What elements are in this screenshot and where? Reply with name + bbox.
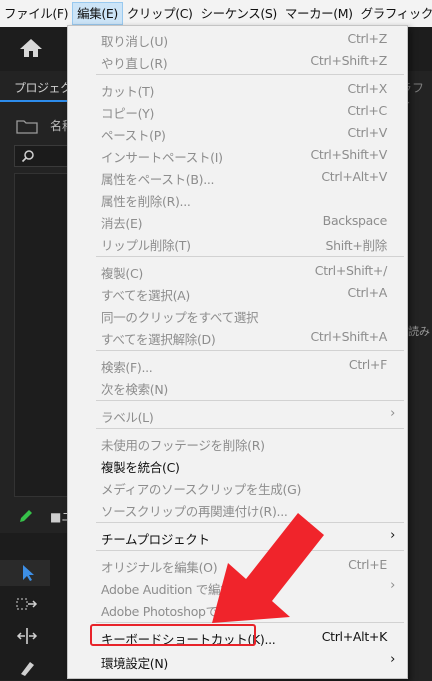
- menu-item-shortcut: Ctrl+Alt+K: [321, 629, 388, 644]
- menu-item-shortcut: Ctrl+Z: [347, 31, 388, 46]
- menu-graphics[interactable]: グラフィック(G): [357, 2, 432, 25]
- menu-item-find[interactable]: 検索(F)... Ctrl+F: [68, 354, 407, 376]
- menu-item-label: 属性をペースト(B)...: [101, 172, 215, 187]
- menu-item-label: リップル削除(T): [101, 238, 191, 253]
- menu-item-duplicate[interactable]: 複製(C) Ctrl+Shift+/: [68, 260, 407, 282]
- menu-item-label: 複製を統合(C): [101, 460, 180, 475]
- menu-item-shortcut: Ctrl+F: [348, 357, 387, 372]
- menu-separator: [96, 350, 404, 351]
- menu-item-label: 環境設定(N): [101, 656, 169, 671]
- menu-item-label: 消去(E): [101, 216, 143, 231]
- menu-item-redo[interactable]: やり直し(R) Ctrl+Shift+Z: [68, 50, 407, 72]
- menu-item-remove-attributes[interactable]: 属性を削除(R)...: [68, 188, 407, 210]
- menu-item-shortcut: Backspace: [322, 213, 388, 228]
- menu-item-remove-unused[interactable]: 未使用のフッテージを削除(R): [68, 432, 407, 454]
- menu-item-undo[interactable]: 取り消し(U) Ctrl+Z: [68, 28, 407, 50]
- selection-tool[interactable]: [0, 560, 50, 586]
- pointer-icon: [23, 565, 34, 581]
- pencil-icon[interactable]: [18, 508, 34, 524]
- menu-clip[interactable]: クリップ(C): [123, 2, 197, 25]
- menu-separator: [96, 256, 404, 257]
- menu-item-shortcut: Ctrl+Shift+V: [310, 147, 387, 162]
- submenu-arrow-icon: ›: [390, 406, 395, 421]
- menu-item-label: 同一のクリップをすべて選択: [101, 310, 259, 325]
- project-list: [14, 173, 72, 497]
- menu-item-label: 未使用のフッテージを削除(R): [101, 438, 265, 453]
- menu-item-shortcut: Ctrl+Alt+V: [321, 169, 387, 184]
- menu-item-label-submenu[interactable]: ラベル(L) ›: [68, 404, 407, 426]
- menu-item-label: コピー(Y): [101, 106, 155, 121]
- read-label-fragment: 読み: [408, 325, 430, 338]
- menu-edit[interactable]: 編集(E): [72, 2, 123, 25]
- menu-item-cut[interactable]: カット(T) Ctrl+X: [68, 78, 407, 100]
- menu-item-shortcut: Ctrl+Shift+Z: [310, 53, 387, 68]
- menu-item-shortcut: Ctrl+Shift+/: [314, 263, 388, 278]
- menu-item-find-next[interactable]: 次を検索(N): [68, 376, 407, 398]
- ripple-edit-tool[interactable]: [0, 623, 50, 649]
- folder-icon[interactable]: [16, 118, 38, 134]
- menu-item-consolidate-duplicates[interactable]: 複製を統合(C): [68, 454, 407, 476]
- menu-separator: [96, 74, 404, 75]
- menu-item-select-all[interactable]: すべてを選択(A) Ctrl+A: [68, 282, 407, 304]
- search-icon: [21, 150, 34, 163]
- callout-arrow-icon: [212, 513, 324, 623]
- menu-item-shortcut: Shift+削除: [325, 238, 388, 253]
- menu-item-label: すべてを選択(A): [101, 288, 190, 303]
- menu-item-label: すべてを選択解除(D): [101, 332, 216, 347]
- menu-item-shortcut: Ctrl+V: [347, 125, 388, 140]
- menu-item-deselect-all[interactable]: すべてを選択解除(D) Ctrl+Shift+A: [68, 326, 407, 348]
- menu-item-label: 取り消し(U): [101, 34, 168, 49]
- menu-item-select-all-matching[interactable]: 同一のクリップをすべて選択: [68, 304, 407, 326]
- menu-item-shortcut: Ctrl+E: [348, 557, 387, 572]
- razor-tool[interactable]: [0, 655, 50, 681]
- menu-item-shortcut: Ctrl+A: [347, 285, 388, 300]
- project-search-input[interactable]: [14, 145, 72, 167]
- razor-icon: [21, 662, 34, 676]
- menu-item-label: メディアのソースクリップを生成(G): [101, 482, 302, 497]
- menu-separator: [96, 400, 404, 401]
- menu-item-preferences[interactable]: 環境設定(N) ›: [68, 650, 407, 672]
- menu-item-label: インサートペースト(I): [101, 150, 223, 165]
- menu-item-generate-source-clips[interactable]: メディアのソースクリップを生成(G): [68, 476, 407, 498]
- menu-item-label: ラベル(L): [101, 410, 154, 425]
- menu-item-paste-insert[interactable]: インサートペースト(I) Ctrl+Shift+V: [68, 144, 407, 166]
- menu-item-ripple-delete[interactable]: リップル削除(T) Shift+削除: [68, 232, 407, 254]
- ripple-edit-icon: [16, 628, 38, 644]
- menu-bar: ファイル(F) 編集(E) クリップ(C) シーケンス(S) マーカー(M) グ…: [0, 0, 432, 28]
- menu-item-label: 検索(F)...: [101, 360, 153, 375]
- submenu-arrow-icon: ›: [390, 578, 395, 593]
- menu-item-paste-attributes[interactable]: 属性をペースト(B)... Ctrl+Alt+V: [68, 166, 407, 188]
- menu-item-paste[interactable]: ペースト(P) Ctrl+V: [68, 122, 407, 144]
- menu-item-label: 次を検索(N): [101, 382, 169, 397]
- menu-item-label: やり直し(R): [101, 56, 168, 71]
- menu-item-clear[interactable]: 消去(E) Backspace: [68, 210, 407, 232]
- keyboard-shortcuts-highlight-box: [90, 624, 256, 646]
- menu-item-label: チームプロジェクト: [101, 532, 210, 547]
- menu-item-copy[interactable]: コピー(Y) Ctrl+C: [68, 100, 407, 122]
- menu-item-label: 属性を削除(R)...: [101, 194, 191, 209]
- home-icon[interactable]: [18, 37, 44, 59]
- tools-panel: [0, 533, 68, 680]
- menu-separator: [96, 428, 404, 429]
- menu-item-shortcut: Ctrl+C: [347, 103, 387, 118]
- active-tab-indicator: [0, 100, 70, 102]
- track-select-tool[interactable]: [0, 591, 50, 617]
- menu-sequence[interactable]: シーケンス(S): [197, 2, 281, 25]
- menu-item-shortcut: Ctrl+X: [347, 81, 388, 96]
- menu-item-label: 複製(C): [101, 266, 143, 281]
- menu-item-label: ペースト(P): [101, 128, 166, 143]
- submenu-arrow-icon: ›: [390, 528, 395, 543]
- menu-item-shortcut: Ctrl+Shift+A: [310, 329, 387, 344]
- track-select-icon: [16, 598, 38, 610]
- menu-item-label: カット(T): [101, 84, 155, 99]
- menu-file[interactable]: ファイル(F): [0, 2, 72, 25]
- menu-marker[interactable]: マーカー(M): [281, 2, 357, 25]
- submenu-arrow-icon: ›: [390, 652, 395, 667]
